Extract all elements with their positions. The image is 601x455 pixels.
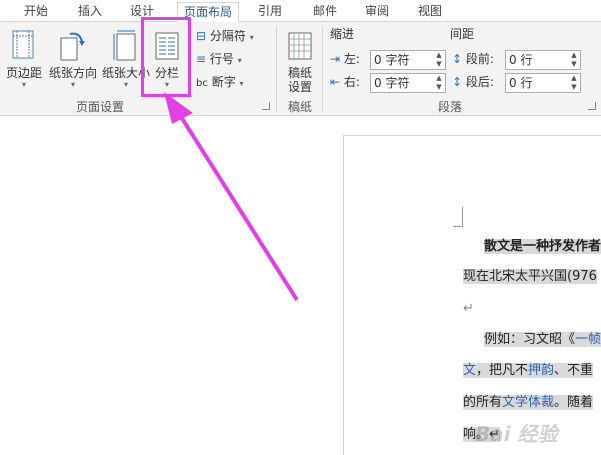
- spinner-arrows-icon[interactable]: ▲ ▼: [433, 51, 445, 69]
- columns-highlight-box: [141, 17, 191, 97]
- tab-home[interactable]: 开始: [18, 2, 54, 22]
- indent-right-label: ⇤ 右:: [330, 72, 360, 92]
- page-setup-group-label: 页面设置: [75, 100, 124, 114]
- spacing-after-text: 段后:: [465, 75, 494, 89]
- paragraph-group-label: 段落: [437, 100, 462, 114]
- group-divider: [276, 26, 277, 112]
- indent-right-input[interactable]: 0 字符 ▲ ▼: [370, 73, 446, 93]
- doc-line-1-text: 散文是一种抒发作者: [484, 239, 601, 254]
- indent-right-value: 0 字符: [374, 76, 410, 90]
- doc-line-6-link[interactable]: 文学体裁: [502, 395, 555, 410]
- margins-button[interactable]: 页边距 ▾: [2, 28, 46, 94]
- tab-mailings[interactable]: 邮件: [307, 2, 343, 22]
- ribbon: 页边距 ▾ 纸张方向 ▾ 纸张大小 ▾ 分栏 ▾ ⊟ 分隔符 ▾ ≡ 行号 ▾ …: [0, 22, 601, 116]
- doc-line-2[interactable]: 现在北宋太平兴国(976: [463, 266, 597, 288]
- doc-line-2-text: 现在北宋太平兴国(976: [463, 269, 597, 284]
- hyphenation-button[interactable]: bc 断字 ▾: [196, 72, 244, 92]
- margins-label: 页边距: [5, 66, 42, 80]
- spacing-before-text: 段前:: [465, 52, 494, 66]
- breaks-icon: ⊟: [196, 29, 207, 43]
- doc-line-4-text: 例如：习文昭《: [484, 332, 576, 347]
- indent-left-value: 0 字符: [374, 53, 410, 67]
- spacing-after-input[interactable]: 0 行 ▲ ▼: [505, 73, 581, 93]
- doc-line-5[interactable]: 文，把凡不押韵、不重: [463, 360, 594, 382]
- indent-left-icon: ⇥: [330, 52, 341, 66]
- spacing-title: 间距: [450, 27, 475, 41]
- indent-left-input[interactable]: 0 字符 ▲ ▼: [370, 50, 446, 70]
- orientation-icon: [60, 32, 85, 61]
- tab-review[interactable]: 审阅: [359, 2, 395, 22]
- spacing-before-label: ↕ 段前:: [452, 49, 494, 69]
- watermark: Bai 经验: [475, 422, 558, 446]
- indent-title: 缩进: [330, 27, 355, 41]
- paper-size-icon: [113, 30, 136, 61]
- spinner-arrows-icon[interactable]: ▲ ▼: [433, 74, 445, 92]
- doc-line-5-link1[interactable]: 文: [463, 363, 477, 378]
- ribbon-tab-bar: 开始 插入 设计 页面布局 引用 邮件 审阅 视图: [0, 0, 601, 22]
- line-numbers-label: 行号: [209, 52, 234, 66]
- chevron-down-icon: ▾: [249, 33, 254, 42]
- doc-line-1[interactable]: 散文是一种抒发作者: [484, 236, 601, 258]
- spinner-arrows-icon[interactable]: ▲ ▼: [568, 51, 580, 69]
- indent-left-label: ⇥ 左:: [330, 49, 360, 69]
- tab-insert[interactable]: 插入: [72, 2, 108, 22]
- indent-right-text: 右:: [343, 75, 360, 89]
- doc-line-5-text: ，把凡不: [476, 363, 529, 378]
- chevron-down-icon: ▾: [237, 56, 242, 65]
- line-numbers-button[interactable]: ≡ 行号 ▾: [196, 49, 242, 69]
- indent-right-icon: ⇤: [330, 75, 341, 89]
- spacing-before-input[interactable]: 0 行 ▲ ▼: [505, 50, 581, 70]
- manuscript-group-label: 稿纸: [287, 100, 312, 114]
- hyphenation-label: 断字: [211, 75, 236, 89]
- doc-line-4[interactable]: 例如：习文昭《一帧: [484, 329, 601, 351]
- manuscript-grid-icon: [288, 32, 312, 60]
- orientation-button[interactable]: 纸张方向 ▾: [48, 28, 98, 94]
- group-divider: [322, 26, 323, 112]
- doc-line-6[interactable]: 的所有文学体裁。随着: [463, 392, 594, 414]
- page-corner-mark: [453, 207, 463, 227]
- doc-line-6-text: 的所有: [463, 395, 503, 410]
- doc-line-4-link[interactable]: 一帧: [575, 332, 601, 347]
- page-setup-launcher-icon[interactable]: [262, 102, 270, 110]
- tab-references[interactable]: 引用: [252, 2, 288, 22]
- spacing-before-icon: ↕: [452, 52, 463, 66]
- spacing-after-label: ↕ 段后:: [452, 72, 494, 92]
- doc-line-6-suffix: 。随着: [554, 395, 594, 410]
- breaks-label: 分隔符: [209, 29, 246, 43]
- paragraph-launcher-icon[interactable]: [588, 102, 596, 110]
- margins-icon: [12, 30, 34, 59]
- hyphenation-icon: bc: [196, 78, 208, 89]
- doc-line-5-suffix: 、不重: [554, 363, 594, 378]
- paragraph-mark: ↵: [463, 301, 474, 316]
- orientation-label: 纸张方向: [48, 66, 97, 80]
- spinner-arrows-icon[interactable]: ▲ ▼: [568, 74, 580, 92]
- chevron-down-icon: ▾: [239, 79, 244, 88]
- tab-view[interactable]: 视图: [412, 2, 448, 22]
- chevron-down-icon: ▾: [70, 80, 75, 89]
- spacing-before-value: 0 行: [509, 53, 533, 67]
- spacing-after-icon: ↕: [452, 75, 463, 89]
- line-numbers-icon: ≡: [196, 52, 207, 66]
- manuscript-settings-button[interactable]: 稿纸 设置: [280, 28, 320, 94]
- manuscript-label-line2: 设置: [287, 80, 312, 94]
- indent-left-text: 左:: [343, 52, 360, 66]
- doc-line-5-link2[interactable]: 押韵: [528, 363, 555, 378]
- chevron-down-icon: ▾: [21, 80, 26, 89]
- spacing-after-value: 0 行: [509, 76, 533, 90]
- breaks-button[interactable]: ⊟ 分隔符 ▾: [196, 26, 254, 46]
